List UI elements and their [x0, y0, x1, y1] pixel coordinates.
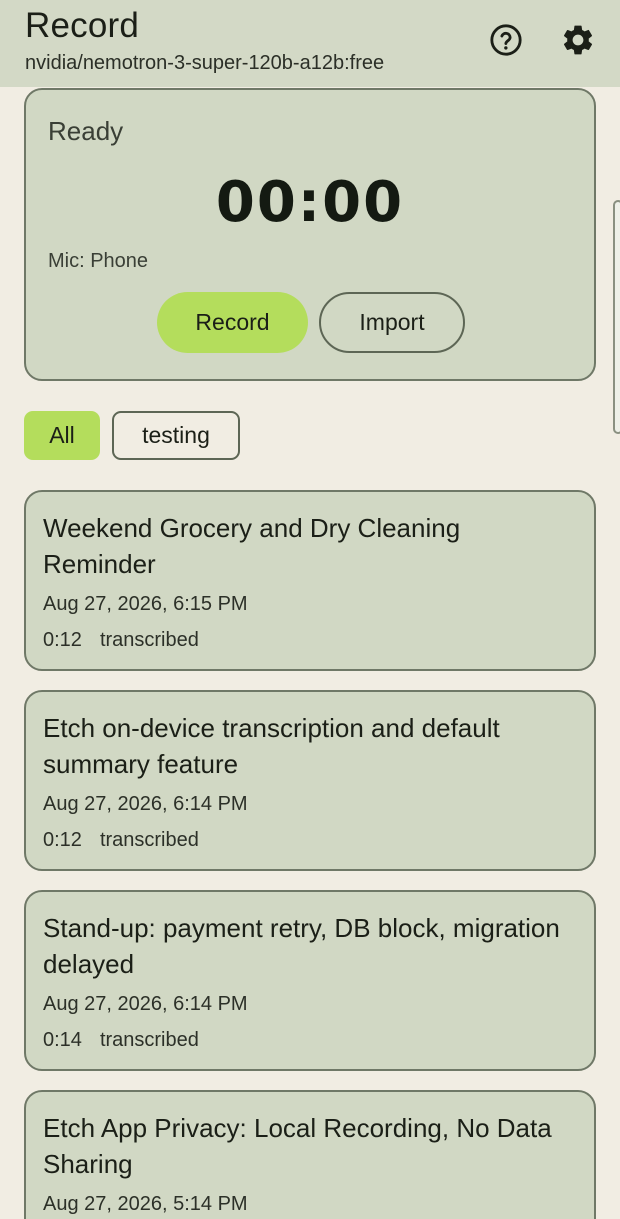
gear-icon — [563, 25, 593, 55]
recording-item[interactable]: Stand-up: payment retry, DB block, migra… — [24, 890, 596, 1071]
recording-duration: 0:12 — [43, 829, 82, 851]
recording-status: transcribed — [99, 629, 199, 651]
recording-date: Aug 27, 2026, 6:15 PM — [43, 593, 248, 615]
recording-date: Aug 27, 2026, 5:14 PM — [43, 1193, 248, 1215]
recording-title: Etch on-device transcription and default… — [43, 713, 500, 779]
app-header: Record nvidia/nemotron-3-super-120b-a12b… — [0, 0, 620, 87]
recording-meta: 0:14 transcribed — [43, 1029, 199, 1052]
recorder-status: Ready — [48, 116, 124, 146]
recording-title: Stand-up: payment retry, DB block, migra… — [43, 913, 560, 979]
recording-item[interactable]: Weekend Grocery and Dry Cleaning Reminde… — [24, 490, 596, 671]
scrollbar-thumb[interactable] — [613, 200, 620, 434]
recording-date: Aug 27, 2026, 6:14 PM — [43, 793, 248, 815]
filter-chip-testing[interactable]: testing — [112, 411, 240, 460]
mic-source: Mic: Phone — [48, 250, 149, 272]
model-name: nvidia/nemotron-3-super-120b-a12b:free — [25, 52, 385, 74]
recording-duration: 0:12 — [43, 629, 82, 651]
recording-item[interactable]: Etch on-device transcription and default… — [24, 690, 596, 871]
recording-meta: 0:12 transcribed — [43, 829, 199, 852]
recording-date: Aug 27, 2026, 6:14 PM — [43, 993, 248, 1015]
recording-status: transcribed — [99, 829, 199, 851]
filter-chip-all[interactable]: All — [24, 411, 100, 460]
recording-title: Etch App Privacy: Local Recording, No Da… — [43, 1113, 552, 1179]
recorder-card: Ready 00:00 Mic: Phone Record Import — [24, 88, 596, 381]
help-circle-icon — [490, 24, 522, 56]
recording-timer: 00:00 — [215, 170, 405, 235]
recording-title: Weekend Grocery and Dry Cleaning Reminde… — [43, 513, 461, 579]
help-button[interactable] — [486, 20, 526, 60]
record-button[interactable]: Record — [157, 292, 308, 353]
recording-meta: 0:12 transcribed — [43, 629, 199, 652]
settings-button[interactable] — [558, 20, 598, 60]
recording-duration: 0:14 — [43, 1029, 82, 1051]
app-root: Record nvidia/nemotron-3-super-120b-a12b… — [0, 0, 620, 1219]
recording-item[interactable]: Etch App Privacy: Local Recording, No Da… — [24, 1090, 596, 1219]
page-title: Record — [25, 6, 140, 45]
recording-status: transcribed — [99, 1029, 199, 1051]
import-button[interactable]: Import — [319, 292, 465, 353]
